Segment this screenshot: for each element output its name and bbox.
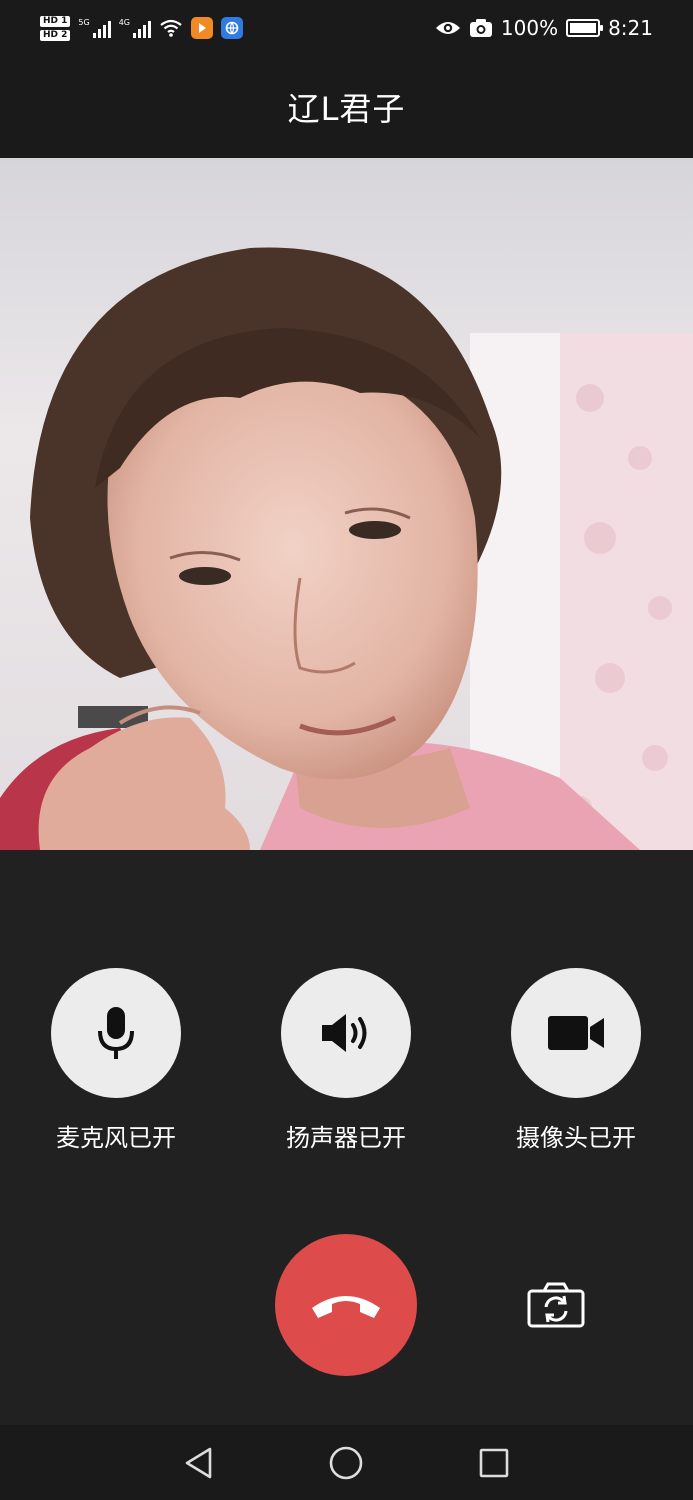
sim2-badge: HD 2 — [40, 29, 71, 41]
recents-icon — [479, 1448, 509, 1478]
hangup-icon — [312, 1296, 380, 1318]
back-icon — [185, 1447, 212, 1479]
signal-4g-icon: 4G — [119, 18, 151, 38]
switch-camera-icon — [527, 1282, 585, 1328]
status-bar: HD 1 HD 2 5G 4G 100% 8:21 — [0, 0, 693, 56]
speaker-button[interactable] — [281, 968, 411, 1098]
net2-label: 4G — [118, 18, 130, 27]
video-camera-icon — [548, 1016, 604, 1050]
nav-recents-button[interactable] — [474, 1443, 514, 1483]
mic-button[interactable] — [51, 968, 181, 1098]
clock: 8:21 — [608, 16, 653, 40]
sim-indicators: HD 1 HD 2 — [40, 15, 71, 41]
camera-control[interactable]: 摄像头已开 — [486, 968, 666, 1153]
speaker-control[interactable]: 扬声器已开 — [256, 968, 436, 1153]
sim1-badge: HD 1 — [40, 15, 71, 27]
mic-control[interactable]: 麦克风已开 — [26, 968, 206, 1153]
signal-5g-icon: 5G — [78, 18, 111, 38]
mic-label: 麦克风已开 — [56, 1124, 176, 1152]
navigation-bar — [0, 1425, 693, 1500]
switch-camera-button[interactable] — [520, 1274, 592, 1336]
wifi-icon — [160, 19, 182, 37]
status-right: 100% 8:21 — [435, 16, 653, 40]
speaker-icon — [322, 1014, 367, 1052]
nav-home-button[interactable] — [326, 1443, 366, 1483]
remote-video[interactable] — [0, 158, 693, 850]
camera-icon — [469, 19, 492, 37]
browser-app-icon — [221, 17, 243, 39]
play-app-icon — [191, 17, 213, 39]
speaker-label: 扬声器已开 — [286, 1124, 406, 1152]
eye-icon — [435, 22, 460, 34]
camera-button[interactable] — [511, 968, 641, 1098]
net1-label: 5G — [78, 18, 90, 27]
microphone-icon — [98, 1007, 134, 1059]
battery-percent: 100% — [500, 16, 559, 40]
call-controls: 麦克风已开 扬声器已开 摄像头已开 — [0, 968, 693, 1168]
home-icon — [329, 1446, 363, 1480]
call-header: 辽L君子 — [0, 56, 693, 158]
hangup-button[interactable] — [275, 1234, 417, 1376]
remote-video-frame — [0, 158, 693, 850]
caller-name: 辽L君子 — [287, 90, 406, 128]
nav-back-button[interactable] — [178, 1443, 218, 1483]
status-left: HD 1 HD 2 5G 4G — [40, 15, 243, 41]
battery-icon — [566, 19, 604, 37]
camera-label: 摄像头已开 — [516, 1124, 636, 1152]
